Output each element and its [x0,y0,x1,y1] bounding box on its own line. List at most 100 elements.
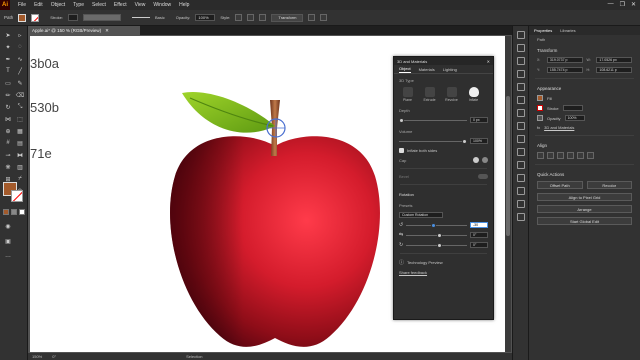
color-mode-icon[interactable] [3,209,9,215]
menu-window[interactable]: Window [153,2,171,8]
screen-mode-icon[interactable]: ▣ [3,236,13,246]
rectangle-tool-icon[interactable]: ▭ [3,78,13,88]
direct-selection-tool-icon[interactable]: ▹ [15,30,25,40]
rotate-y-field[interactable]: 0° [470,232,488,238]
menu-file[interactable]: File [18,2,26,8]
cap-on-icon[interactable] [473,157,479,163]
mesh-tool-icon[interactable]: # [3,138,13,148]
effect-3d-link[interactable]: 3D and Materials [544,125,574,130]
rotate-z-field[interactable]: 0° [470,242,488,248]
panel-close-icon[interactable]: ✕ [487,59,490,64]
opacity-field[interactable]: 100% [195,14,216,21]
color-panel-icon[interactable] [516,31,525,39]
align-left-icon[interactable] [537,152,544,159]
scale-tool-icon[interactable]: ⤡ [15,102,25,112]
width-tool-icon[interactable]: ⋈ [3,114,13,124]
type-inflate[interactable]: Inflate [465,87,482,102]
line-tool-icon[interactable]: ╱ [15,66,25,76]
rotate-x-slider[interactable] [406,222,467,228]
rotate-x-field[interactable]: -30 [470,222,488,228]
volume-field[interactable]: 100% [470,138,488,144]
blend-tool-icon[interactable]: ⧓ [15,150,25,160]
panel-titlebar[interactable]: 3D and Materials ✕ [394,57,493,65]
brushes-panel-icon[interactable] [516,57,525,65]
offset-path-button[interactable]: Offset Path [537,181,583,189]
type-plane[interactable]: Plane [399,87,416,102]
close-window-button[interactable]: ✕ [631,1,636,8]
zoom-level[interactable]: 150% [32,354,42,359]
start-global-edit-button[interactable]: Start Global Edit [537,217,632,225]
type-extrude[interactable]: Extrude [421,87,438,102]
w-field[interactable]: 17.0526 px [596,57,632,63]
pencil-icon[interactable]: ✏ [3,90,13,100]
align-icon[interactable] [259,14,267,21]
minimize-button[interactable]: — [608,1,614,8]
menu-view[interactable]: View [135,2,146,8]
align-top-icon[interactable] [567,152,574,159]
fx-icon[interactable]: fx [537,125,540,130]
more-options-icon[interactable] [320,14,328,21]
bevel-toggle[interactable] [478,174,488,179]
fill-swatch[interactable] [18,13,27,22]
depth-slider[interactable] [399,117,467,123]
stroke-weight-field[interactable] [67,14,78,21]
stroke-panel-icon[interactable] [516,83,525,91]
align-panel-icon[interactable] [516,187,525,195]
x-field[interactable]: 319.0737 p [546,57,583,63]
tab-lighting[interactable]: Lighting [443,67,457,72]
section-3d-type[interactable]: 3D Type [394,74,493,85]
selection-tool-icon[interactable]: ➤ [3,30,13,40]
y-field[interactable]: 155.7474 p [546,67,583,73]
tab-materials[interactable]: Materials [419,67,435,72]
lasso-icon[interactable]: ◌ [15,42,25,52]
stroke-weight-input[interactable] [562,105,583,111]
menu-edit[interactable]: Edit [34,2,43,8]
depth-field[interactable]: 0 px [470,117,488,123]
rotate-y-slider[interactable] [406,232,467,238]
transparency-panel-icon[interactable] [516,109,525,117]
tab-properties[interactable]: Properties [534,28,552,33]
brush-label[interactable]: Basic [155,15,165,20]
stroke-swatch[interactable] [31,13,40,22]
volume-slider[interactable] [399,138,467,144]
symbols-panel-icon[interactable] [516,70,525,78]
draw-mode-icon[interactable]: ◉ [3,221,13,231]
recolor-icon[interactable] [247,14,255,21]
graph-tool-icon[interactable]: ▥ [15,162,25,172]
vertical-scrollbar[interactable] [505,36,511,352]
menu-object[interactable]: Object [51,2,65,8]
close-tab-icon[interactable]: ✕ [105,28,109,34]
isolate-icon[interactable] [308,14,316,21]
none-mode-icon[interactable] [19,209,25,215]
eraser-icon[interactable]: ⌫ [15,90,25,100]
maximize-button[interactable]: ❐ [620,1,625,8]
align-middle-icon[interactable] [577,152,584,159]
rotation-section[interactable]: Rotation [394,188,493,199]
menu-select[interactable]: Select [92,2,106,8]
more-tools-icon[interactable]: … [3,251,13,261]
variable-width-field[interactable] [82,14,121,21]
eyedropper-icon[interactable]: ⊸ [3,150,13,160]
appearance-opacity-field[interactable]: 100% [564,115,585,121]
symbol-sprayer-icon[interactable]: ❋ [3,162,13,172]
paintbrush-icon[interactable]: ✎ [15,78,25,88]
magic-wand-icon[interactable]: ✦ [3,42,13,52]
swatches-panel-icon[interactable] [516,44,525,52]
tab-object[interactable]: Object [399,66,411,73]
transform-button[interactable]: Transform [271,13,304,22]
align-pixel-grid-button[interactable]: Align to Pixel Grid [537,193,632,201]
pen-tool-icon[interactable]: ✒ [3,54,13,64]
menu-help[interactable]: Help [179,2,189,8]
arrange-button[interactable]: Arrange [537,205,632,213]
rotate-tool-icon[interactable]: ↻ [3,102,13,112]
gradient-tool-icon[interactable]: ▤ [15,138,25,148]
rotate-z-slider[interactable] [406,242,467,248]
layers-panel-icon[interactable] [516,148,525,156]
graphic-styles-icon[interactable] [516,135,525,143]
cap-off-icon[interactable] [482,157,488,163]
appearance-fill-swatch[interactable] [537,95,543,101]
share-feedback-link[interactable]: Share feedback [399,270,427,275]
inflate-both-checkbox[interactable] [399,148,404,153]
preset-dropdown[interactable]: Custom Rotation [399,212,443,218]
align-right-icon[interactable] [557,152,564,159]
